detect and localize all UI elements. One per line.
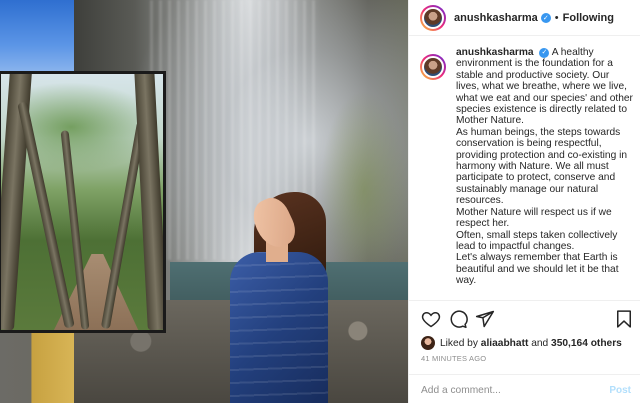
avatar-image: [422, 6, 444, 29]
comment-input[interactable]: [421, 385, 610, 396]
caption-line: Let's always remember that Earth is beau…: [456, 252, 619, 287]
caption-line: A healthy environment is the foundation …: [456, 47, 633, 127]
likes-summary: Liked by aliaabhatt and 350,164 others: [421, 336, 622, 350]
post-timestamp[interactable]: 41 MINUTES AGO: [421, 354, 486, 363]
caption-area: anushkasharma ✓ A healthy environment is…: [409, 37, 640, 300]
liked-joiner: and: [531, 337, 549, 349]
verified-icon: ✓: [540, 12, 551, 23]
caption-line: As human beings, the steps towards conse…: [456, 126, 628, 207]
comment-bar: Post: [409, 374, 640, 403]
post-image[interactable]: [0, 0, 408, 403]
woman-figure: [222, 188, 332, 403]
bookmark-icon[interactable]: [614, 309, 634, 329]
likes-count-link[interactable]: 350,164 others: [551, 338, 622, 349]
post-header: anushkasharma ✓ • Following: [409, 0, 640, 36]
caption-line: Mother Nature will respect us if we resp…: [456, 206, 612, 230]
verified-icon: ✓: [539, 47, 550, 58]
comment-icon[interactable]: [448, 309, 468, 329]
liker-avatar[interactable]: [421, 336, 435, 350]
caption-line: Often, small steps taken collectively le…: [456, 229, 618, 252]
post-side-panel: anushkasharma ✓ • Following anushkasharm…: [408, 0, 640, 403]
tree-trunk: [134, 74, 163, 330]
caption-username[interactable]: anushkasharma: [456, 47, 534, 58]
forest-inset-photo: [0, 71, 166, 333]
action-icon-row: [421, 309, 633, 331]
avatar[interactable]: [420, 4, 446, 31]
liked-user-link[interactable]: aliaabhatt: [481, 338, 529, 349]
caption-text: anushkasharma ✓ A healthy environment is…: [456, 47, 633, 300]
moss-patch: [320, 90, 408, 290]
post-actions: Liked by aliaabhatt and 350,164 others 4…: [409, 300, 640, 403]
liked-prefix: Liked by: [440, 337, 478, 349]
following-button[interactable]: Following: [563, 12, 614, 24]
blue-jacket: [230, 252, 328, 403]
caption-avatar[interactable]: [420, 54, 446, 80]
left-collage-strip: [0, 330, 74, 403]
header-separator: •: [554, 11, 559, 24]
header-username[interactable]: anushkasharma: [454, 12, 538, 24]
sky-background: [0, 0, 74, 75]
post-comment-button[interactable]: Post: [609, 385, 631, 396]
caption-paragraph: anushkasharma ✓ A healthy environment is…: [456, 47, 633, 127]
share-icon[interactable]: [475, 309, 495, 329]
avatar-image: [422, 56, 444, 78]
heart-icon[interactable]: [421, 309, 441, 329]
